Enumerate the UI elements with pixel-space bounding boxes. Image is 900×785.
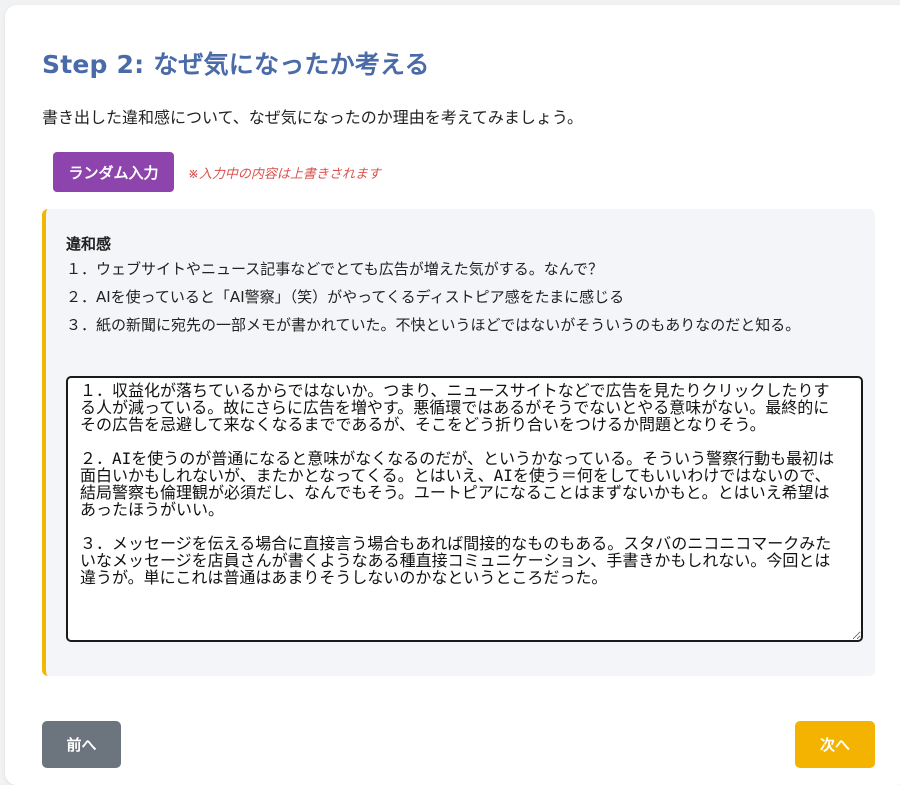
- step-title: Step 2: なぜ気になったか考える: [42, 50, 430, 79]
- list-item: ３．紙の新聞に宛先の一部メモが書かれていた。不快というほどではないがそういうのも…: [66, 316, 801, 334]
- discomfort-panel: 違和感 １．ウェブサイトやニュース記事などでとても広告が増えた気がする。なんで？…: [42, 209, 875, 676]
- step-card: Step 2: なぜ気になったか考える 書き出した違和感について、なぜ気になった…: [5, 5, 900, 785]
- reason-textarea[interactable]: [66, 376, 863, 642]
- overwrite-warning: ※入力中の内容は上書きされます: [188, 167, 381, 182]
- list-item: １．ウェブサイトやニュース記事などでとても広告が増えた気がする。なんで？: [66, 260, 604, 278]
- discomfort-list: １．ウェブサイトやニュース記事などでとても広告が増えた気がする。なんで？ ２．A…: [66, 255, 856, 339]
- panel-heading: 違和感: [66, 235, 112, 253]
- step-description: 書き出した違和感について、なぜ気になったのか理由を考えてみましょう。: [42, 108, 583, 127]
- list-item: ２．AIを使っていると「AI警察」（笑）がやってくるディストピア感をたまに感じる: [66, 288, 625, 306]
- next-button[interactable]: 次へ: [795, 721, 875, 768]
- random-input-button[interactable]: ランダム入力: [53, 152, 174, 192]
- prev-button[interactable]: 前へ: [42, 721, 121, 768]
